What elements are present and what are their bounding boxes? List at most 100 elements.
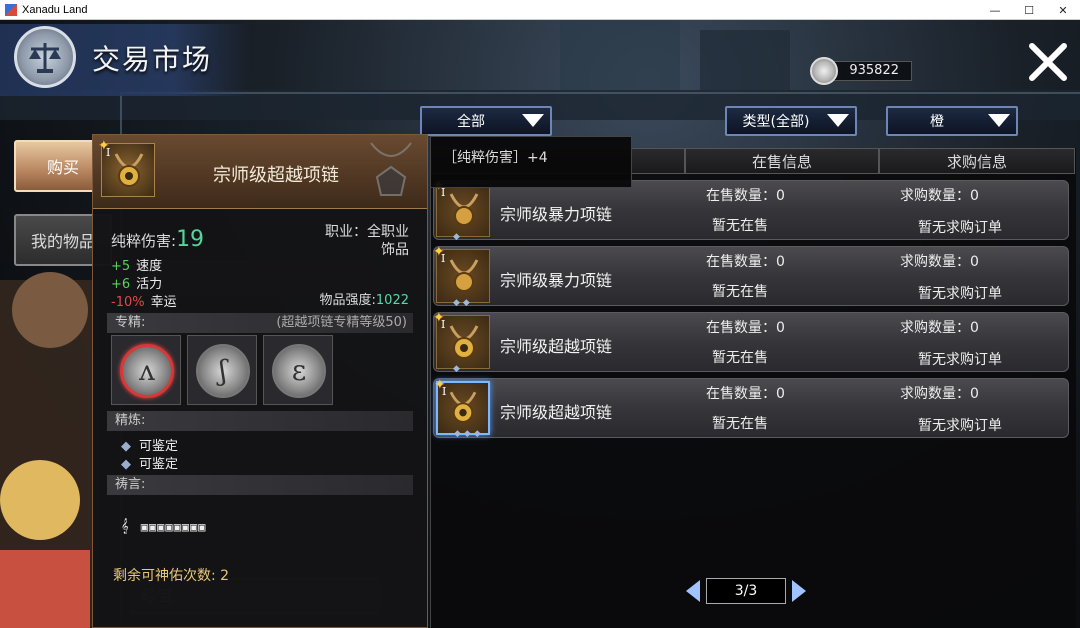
spec-slot-2[interactable]: ʃ [187, 335, 257, 405]
item-power: 物品强度:1022 [320, 289, 409, 308]
sell-status: 暂无在售 [712, 416, 768, 432]
item-detail-panel: ✦ I 宗师级超越项链 纯粹伤害:19 职业：全职业 饰品 +5 速度 +6 活力 … [92, 134, 428, 628]
main-stat-label: 纯粹伤害: [111, 232, 177, 250]
item-name: 宗师级超越项链 [500, 403, 613, 422]
sub-stat-label: 幸运 [150, 295, 177, 310]
gem-slots-icon: ◆◆◆ [454, 429, 484, 439]
column-header-buy: 求购信息 [879, 148, 1075, 174]
prayer-line: 𝄞 ▣▣▣▣▣▣▣▣ [121, 519, 206, 534]
window-controls: — ☐ ✕ [978, 0, 1080, 20]
minimize-button[interactable]: — [978, 0, 1012, 20]
item-slot: 饰品 [381, 242, 409, 258]
page-title: 交易市场 [92, 43, 213, 76]
necklace-icon: ✦ I [98, 138, 155, 197]
scales-icon [14, 26, 76, 88]
necklace-icon: ✦ I ◆ [433, 310, 490, 374]
item-power-value: 1022 [375, 293, 409, 308]
spec-title: 专精: [115, 315, 146, 330]
sell-status: 暂无在售 [712, 284, 768, 300]
buy-count: 求购数量：0 [900, 254, 979, 270]
list-item[interactable]: ✦ I ◆ 宗师级暴力项链 在售数量：0 暂无在售 求购数量：0 暂无求购订单 [433, 178, 1069, 242]
chevron-down-icon [827, 114, 849, 127]
sub-stat-value: -10% [111, 295, 145, 310]
attribute-tooltip: ［纯粹伤害］+4 [430, 136, 632, 188]
refine-title: 精炼: [115, 413, 146, 428]
rune-glyph-icon: ɛ [291, 354, 307, 387]
buy-status: 暂无求购订单 [918, 286, 1002, 302]
prayer-section-header: 祷言: [107, 475, 413, 495]
currency-display: 935822 [800, 57, 928, 85]
necklace-icon: ✦ I ◆◆◆ [434, 377, 490, 439]
page-indicator: 3/3 [706, 578, 786, 604]
type-dropdown[interactable]: 类型(全部) [725, 106, 857, 136]
sell-count: 在售数量：0 [706, 188, 785, 204]
item-name: 宗师级暴力项链 [500, 271, 613, 290]
game-area: 交易市场 935822 购买 我的物品 全部 类型(全部) 橙 在售信息 求购信… [0, 20, 1080, 628]
buy-count: 求购数量：0 [900, 320, 979, 336]
column-header-sell: 在售信息 [685, 148, 879, 174]
sub-stat-value: +6 [111, 277, 131, 292]
coin-icon [810, 57, 838, 85]
list-item[interactable]: ✦ I ◆◆◆ 宗师级超越项链 在售数量：0 暂无在售 求购数量：0 暂无求购订… [433, 377, 1069, 439]
spec-section-header: 专精: (超越项链专精等级50) [107, 313, 413, 333]
pendant-icon [370, 142, 412, 196]
gem-slots-icon: ◆◆ [453, 298, 473, 308]
buy-status: 暂无求购订单 [918, 352, 1002, 368]
sub-stat: -10% 幸运 [111, 291, 177, 310]
sub-stat-label: 活力 [136, 277, 163, 292]
prayer-title: 祷言: [115, 477, 146, 492]
item-name: 宗师级暴力项链 [500, 205, 613, 224]
chevron-down-icon [988, 114, 1010, 127]
sell-count: 在售数量：0 [706, 320, 785, 336]
app-icon [5, 3, 17, 16]
tier-label: I [441, 252, 446, 265]
sell-status: 暂无在售 [712, 350, 768, 366]
quality-dropdown[interactable]: 橙 [886, 106, 1018, 136]
main-stat: 纯粹伤害:19 [111, 227, 204, 252]
sub-stat-label: 速度 [136, 259, 163, 274]
list-item[interactable]: ✦ I ◆◆ 宗师级暴力项链 在售数量：0 暂无在售 求购数量：0 暂无求购订单 [433, 244, 1069, 308]
chevron-down-icon [522, 114, 544, 127]
currency-amount: 935822 [830, 61, 912, 81]
prayer-glyphs: ▣▣▣▣▣▣▣▣ [140, 519, 207, 534]
rune-glyph-icon: ʌ [139, 354, 155, 387]
pager: 3/3 [686, 578, 806, 604]
diamond-icon: ◆ [121, 439, 131, 454]
category-dropdown[interactable]: 全部 [420, 106, 552, 136]
buy-status: 暂无求购订单 [918, 220, 1002, 236]
buy-count: 求购数量：0 [900, 188, 979, 204]
item-detail-header: ✦ I 宗师级超越项链 [93, 135, 427, 209]
refine-text: 可鉴定 [139, 439, 179, 454]
gem-slots-icon: ◆ [453, 364, 463, 374]
refine-section-header: 精炼: [107, 411, 413, 431]
buy-status: 暂无求购订单 [918, 418, 1002, 434]
item-detail-name: 宗师级超越项链 [213, 165, 339, 186]
item-name: 宗师级超越项链 [500, 337, 613, 356]
buy-count: 求购数量：0 [900, 386, 979, 402]
spec-slot-1[interactable]: ʌ [111, 335, 181, 405]
window-titlebar: Xanadu Land — ☐ ✕ [0, 0, 1080, 20]
remaining-blessings: 剩余可神佑次数: 2 [113, 568, 230, 584]
refine-text: 可鉴定 [139, 457, 179, 472]
close-window-button[interactable]: ✕ [1046, 0, 1080, 20]
sub-stat-value: +5 [111, 259, 131, 274]
spec-note: (超越项链专精等级50) [276, 315, 407, 330]
refine-line: ◆ 可鉴定 [121, 453, 178, 472]
spec-slot-3[interactable]: ɛ [263, 335, 333, 405]
prev-page-icon[interactable] [686, 580, 700, 602]
close-icon[interactable] [1026, 40, 1070, 84]
sell-count: 在售数量：0 [706, 386, 785, 402]
next-page-icon[interactable] [792, 580, 806, 602]
list-item[interactable]: ✦ I ◆ 宗师级超越项链 在售数量：0 暂无在售 求购数量：0 暂无求购订单 [433, 310, 1069, 374]
main-stat-value: 19 [176, 227, 205, 252]
gem-slots-icon: ◆ [453, 232, 463, 242]
necklace-icon: ✦ I ◆◆ [433, 244, 490, 308]
maximize-button[interactable]: ☐ [1012, 0, 1046, 20]
tier-label: I [441, 318, 446, 331]
sell-status: 暂无在售 [712, 218, 768, 234]
rune-glyph-icon: ʃ [219, 354, 227, 387]
refine-line: ◆ 可鉴定 [121, 435, 178, 454]
diamond-icon: ◆ [121, 457, 131, 472]
item-power-label: 物品强度: [319, 293, 376, 308]
prayer-rune-icon: 𝄞 [121, 519, 129, 534]
